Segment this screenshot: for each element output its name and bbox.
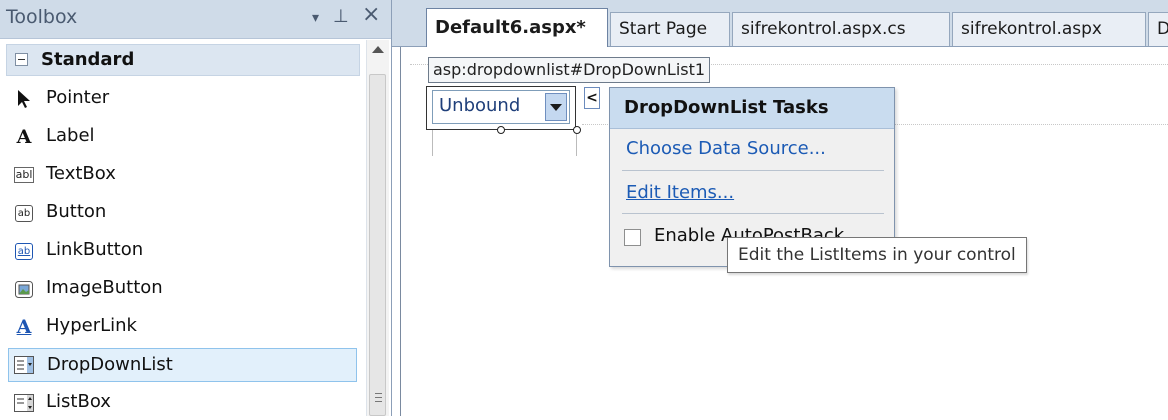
choose-data-source-link[interactable]: Choose Data Source... — [626, 138, 826, 159]
toolbox-item-label: ImageButton — [46, 277, 163, 298]
scrollbar-thumb[interactable] — [369, 74, 386, 416]
toolbox-item-label: LinkButton — [46, 239, 144, 260]
tab-sifrekontrol-aspx-cs[interactable]: sifrekontrol.aspx.cs — [732, 12, 950, 46]
toolbox-item-label: TextBox — [46, 163, 116, 184]
toolbox-item-hyperlink[interactable]: A HyperLink — [8, 310, 358, 344]
document-tabs: Default6.aspx* Start Page sifrekontrol.a… — [392, 0, 1168, 47]
toolbox-panel: Toolbox ▾ ⊥ × Standard Pointer A Label a… — [0, 0, 392, 416]
toolbox-item-label: ListBox — [46, 391, 111, 412]
imagebutton-icon — [14, 279, 34, 299]
tab-overflow[interactable]: D — [1148, 12, 1168, 46]
edit-items-link[interactable]: Edit Items... — [626, 182, 734, 203]
hyperlink-icon: A — [16, 316, 32, 338]
toolbox-item-dropdownlist[interactable]: DropDownList — [8, 348, 357, 382]
design-margin-line — [400, 47, 401, 416]
listbox-icon — [14, 393, 34, 413]
pointer-icon — [14, 89, 34, 109]
tasks-title: DropDownList Tasks — [624, 97, 829, 118]
ide-window: Toolbox ▾ ⊥ × Standard Pointer A Label a… — [0, 0, 1168, 416]
textbox-icon: abl — [13, 167, 35, 183]
toolbox-item-button[interactable]: ab Button — [8, 196, 358, 230]
toolbox-item-imagebutton[interactable]: ImageButton — [8, 272, 358, 306]
toolbox-item-label[interactable]: A Label — [8, 120, 358, 154]
toolbox-header: Toolbox ▾ ⊥ × — [0, 0, 391, 39]
dropdownlist-icon — [14, 355, 34, 375]
toolbox-item-label: Button — [46, 201, 107, 222]
toolbox-item-listbox[interactable]: ListBox — [8, 386, 358, 420]
auto-hide-pin-icon[interactable]: ⊥ — [333, 6, 349, 27]
scroll-up-arrow-icon[interactable] — [372, 46, 384, 53]
toolbox-group-standard[interactable]: Standard — [6, 44, 360, 76]
collapse-icon[interactable] — [15, 53, 28, 66]
toolbox-title: Toolbox — [6, 6, 78, 28]
enable-autopostback-checkbox[interactable] — [624, 229, 641, 246]
toolbox-item-label: Label — [46, 125, 95, 146]
separator — [622, 213, 884, 214]
toolbox-item-textbox[interactable]: abl TextBox — [8, 158, 358, 192]
editor-area: Default6.aspx* Start Page sifrekontrol.a… — [392, 0, 1168, 416]
dropdown-arrow-icon[interactable] — [545, 93, 567, 121]
toolbox-item-label: HyperLink — [46, 315, 137, 336]
tasks-header: DropDownList Tasks — [610, 88, 894, 129]
toolbox-item-linkbutton[interactable]: ab LinkButton — [8, 234, 358, 268]
dropdownlist-control[interactable]: Unbound — [432, 90, 570, 124]
tab-default6-aspx[interactable]: Default6.aspx* — [426, 8, 608, 47]
toolbox-scrollbar[interactable] — [366, 40, 389, 416]
label-icon: A — [16, 126, 32, 148]
smart-tag-collapse-icon[interactable]: < — [584, 87, 600, 109]
window-position-dropdown-icon[interactable]: ▾ — [312, 10, 319, 26]
tab-start-page[interactable]: Start Page — [610, 12, 730, 46]
tooltip: Edit the ListItems in your control — [727, 237, 1027, 273]
tab-sifrekontrol-aspx[interactable]: sifrekontrol.aspx — [952, 12, 1146, 46]
toolbox-group-label: Standard — [41, 49, 135, 70]
control-tag: asp:dropdownlist#DropDownList1 — [428, 57, 711, 83]
button-icon: ab — [14, 203, 34, 223]
toolbox-item-pointer[interactable]: Pointer — [8, 82, 358, 116]
dropdown-value: Unbound — [439, 95, 521, 116]
toolbox-item-label: Pointer — [46, 87, 110, 108]
resize-handle[interactable] — [573, 126, 581, 134]
linkbutton-icon: ab — [14, 241, 34, 261]
toolbox-item-label: DropDownList — [47, 354, 173, 375]
close-icon[interactable]: × — [362, 2, 380, 27]
resize-handle[interactable] — [497, 126, 505, 134]
separator — [622, 170, 884, 171]
